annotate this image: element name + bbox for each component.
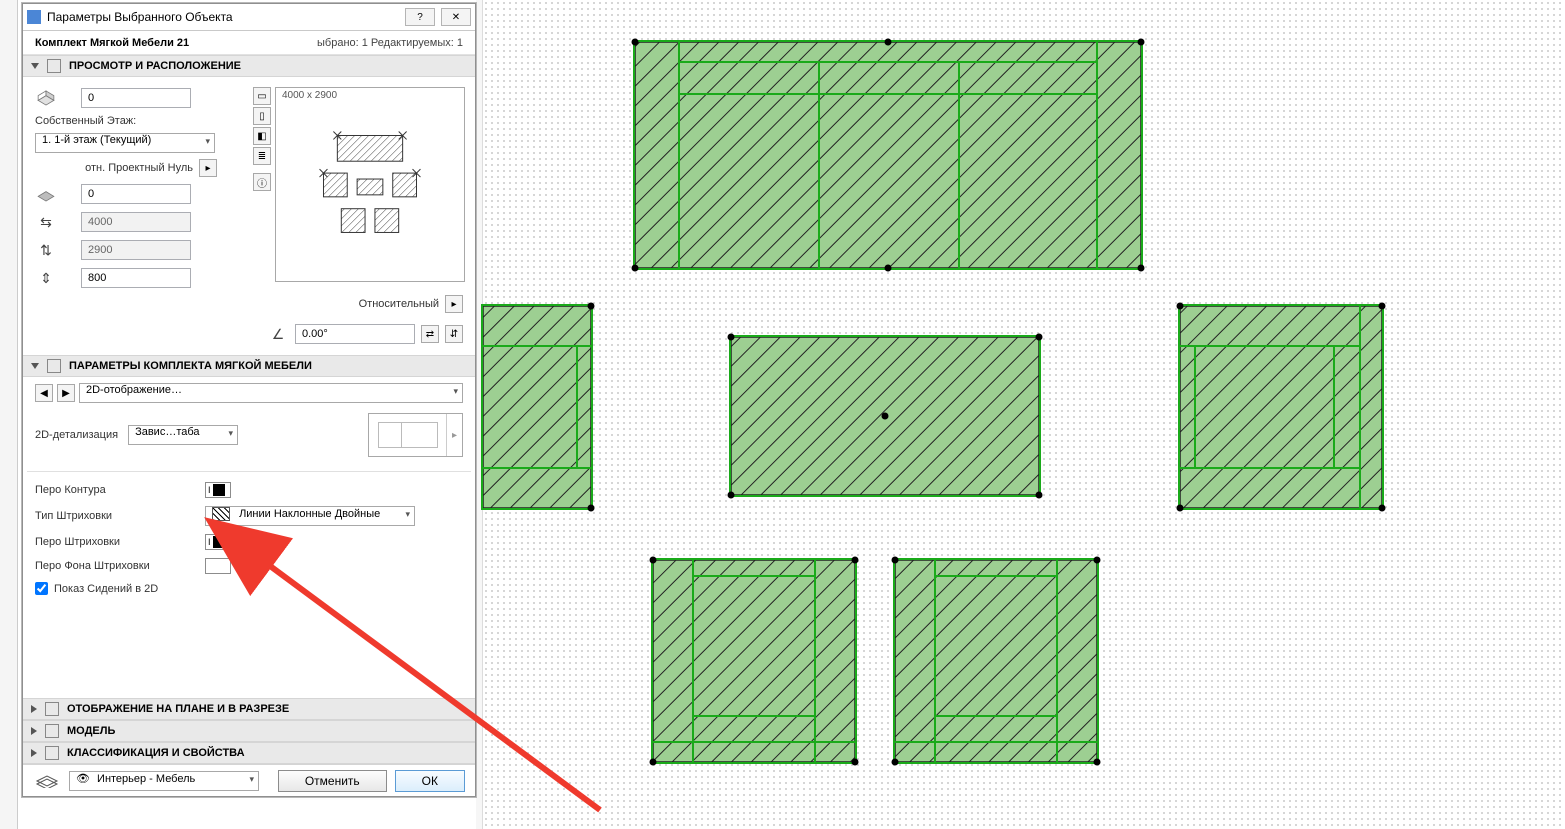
section-object-params[interactable]: ПАРАМЕТРЫ КОМПЛЕКТА МЯГКОЙ МЕБЕЛИ [23,355,475,377]
angle-label: Относительный [359,298,439,310]
contour-pen-swatch[interactable]: I [205,482,231,498]
section-preview-label: ПРОСМОТР И РАСПОЛОЖЕНИЕ [69,60,241,72]
dim-y-icon: ⇅ [35,239,57,261]
angle-icon: ∠ [267,323,289,345]
section-preview-placement[interactable]: ПРОСМОТР И РАСПОЛОЖЕНИЕ [23,55,475,77]
shape-armchair-bottom-left [650,557,859,766]
layer-select[interactable]: 👁 Интерьер - Мебель [69,771,259,791]
page-next-button[interactable]: ▶ [57,384,75,402]
page-prev-button[interactable]: ◀ [35,384,53,402]
ref-level-flyout[interactable]: ▸ [199,159,217,177]
section-params-label: ПАРАМЕТРЫ КОМПЛЕКТА МЯГКОЙ МЕБЕЛИ [69,360,312,372]
detail-preview [369,414,446,456]
eye-icon: 👁 [76,773,90,785]
shape-armchair-right [1177,303,1386,512]
section-model-label: МОДЕЛЬ [67,725,115,737]
own-story-select[interactable]: 1. 1-й этаж (Текущий) [35,133,215,153]
hatch-pen-swatch[interactable]: I [205,534,231,550]
section-icon [45,746,59,760]
hatch-bg-pen-swatch[interactable] [205,558,231,574]
preview-box: 4000 x 2900 [275,87,465,282]
ref-level-label: отн. Проектный Нуль [85,162,193,174]
page-select[interactable]: 2D-отображение… [79,383,463,403]
section-icon [45,724,59,738]
window-close-button[interactable]: ✕ [441,8,471,26]
dim-z-input[interactable] [81,268,191,288]
show-seats-checkbox[interactable] [35,582,48,595]
shape-sofa [632,39,1145,272]
shape-armchair-bottom-right [892,557,1101,766]
section-icon [47,59,61,73]
hatch-swatch-icon [212,507,230,521]
dim-z-icon: ⇕ [35,267,57,289]
dim-x-input [81,212,191,232]
dim-y-input [81,240,191,260]
hatch-type-select[interactable]: Линии Наклонные Двойные [205,506,415,526]
detail-select[interactable]: Завис…таба [128,425,238,445]
detail-label: 2D-детализация [35,429,118,441]
z-top-input[interactable] [81,88,191,108]
detail-preview-next[interactable]: ▸ [446,414,462,456]
preview-mode-2d[interactable]: ▭ [253,87,271,105]
layer-icon [33,770,61,792]
z-bottom-input[interactable] [81,184,191,204]
dim-x-icon: ⇆ [35,211,57,233]
ok-button[interactable]: ОК [395,770,465,792]
section-model[interactable]: МОДЕЛЬ [23,720,475,742]
object-settings-dialog: Параметры Выбранного Объекта ? ✕ Комплек… [22,3,476,797]
drawing-canvas[interactable] [483,0,1565,829]
section-plan-label: ОТОБРАЖЕНИЕ НА ПЛАНЕ И В РАЗРЕЗЕ [67,703,289,715]
app-icon [27,10,41,24]
preview-mode-list[interactable]: ≣ [253,147,271,165]
angle-flyout[interactable]: ▸ [445,295,463,313]
dialog-titlebar[interactable]: Параметры Выбранного Объекта ? ✕ [23,4,475,31]
preview-mode-3d[interactable]: ◧ [253,127,271,145]
section-icon [45,702,59,716]
contour-pen-label: Перо Контура [35,484,205,496]
section-plan-section[interactable]: ОТОБРАЖЕНИЕ НА ПЛАНЕ И В РАЗРЕЗЕ [23,698,475,720]
section-classification[interactable]: КЛАССИФИКАЦИЯ И СВОЙСТВА [23,742,475,764]
preview-mode-info[interactable]: ⓘ [253,173,271,191]
window-help-button[interactable]: ? [405,8,435,26]
cube-top-icon [35,87,57,109]
shape-table [728,334,1043,499]
hatch-pen-label: Перо Штриховки [35,536,205,548]
preview-mode-front[interactable]: ▯ [253,107,271,125]
section-classif-label: КЛАССИФИКАЦИЯ И СВОЙСТВА [67,747,245,759]
app-left-strip [0,0,18,829]
section-icon [47,359,61,373]
hatch-type-label: Тип Штриховки [35,510,205,522]
show-seats-label: Показ Сидений в 2D [54,583,158,595]
dialog-title: Параметры Выбранного Объекта [47,10,233,24]
cancel-button[interactable]: Отменить [278,770,387,792]
cube-bottom-icon [35,183,57,205]
canvas-svg [483,0,1565,829]
mirror-x-button[interactable]: ⇄ [421,325,439,343]
mirror-y-button[interactable]: ⇵ [445,325,463,343]
hatch-bg-pen-label: Перо Фона Штриховки [35,560,205,572]
angle-input[interactable] [295,324,415,344]
shape-armchair-left [482,303,595,512]
selection-summary: ыбрано: 1 Редактируемых: 1 [317,37,463,49]
own-story-label: Собственный Этаж: [35,115,235,127]
object-name: Комплект Мягкой Мебели 21 [35,37,189,49]
